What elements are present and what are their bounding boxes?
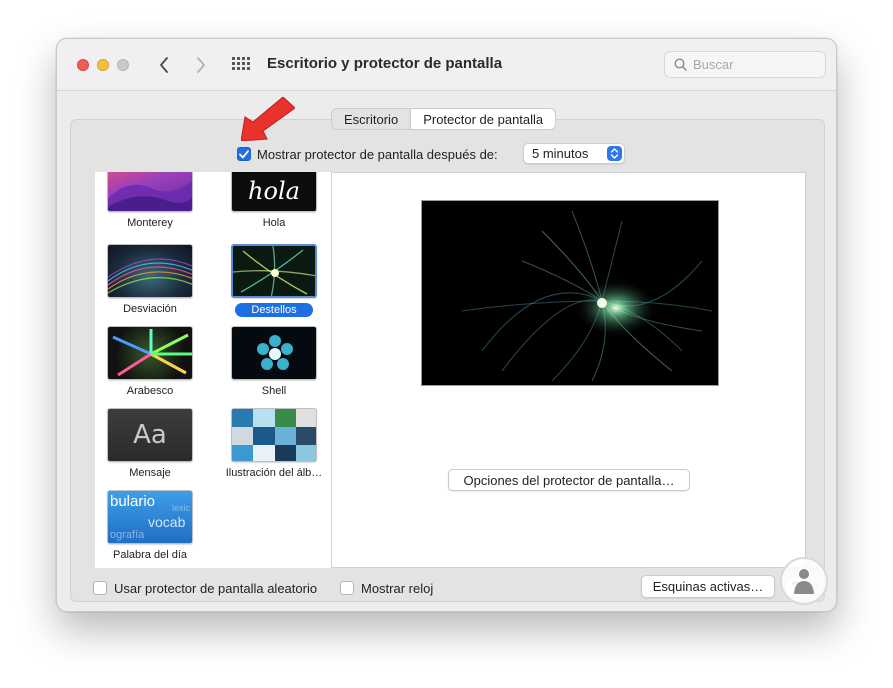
- saver-monterey[interactable]: Monterey: [95, 172, 205, 236]
- show-all-button[interactable]: [231, 56, 251, 74]
- zoom-window-button[interactable]: [117, 59, 129, 71]
- forward-button[interactable]: [190, 53, 212, 77]
- saver-palabra-del-dia[interactable]: bulario vocab ografía lexic Palabra del …: [95, 486, 205, 564]
- chevron-left-icon: [160, 57, 168, 73]
- saver-name: Desviación: [123, 303, 177, 315]
- tab-bar: Escritorio Protector de pantalla: [331, 108, 557, 130]
- album-art-thumbnail: [231, 408, 317, 462]
- red-arrow-annotation: [241, 97, 295, 141]
- saver-name: Shell: [261, 385, 287, 397]
- hola-thumbnail: hola: [231, 172, 317, 212]
- hot-corners-button[interactable]: Esquinas activas…: [641, 575, 775, 598]
- saver-list[interactable]: Monterey hola Hola Desviación Destellos …: [95, 172, 332, 568]
- saver-ilustracion-album[interactable]: Ilustración del álb…: [219, 404, 329, 482]
- preview-pane: Opciones del protector de pantalla…: [331, 172, 806, 568]
- arabesco-thumbnail: [107, 326, 193, 380]
- updown-arrows-icon: [607, 146, 622, 161]
- show-clock-label: Mostrar reloj: [361, 580, 434, 596]
- show-clock-row: Mostrar reloj: [340, 578, 433, 598]
- search-icon: [674, 58, 687, 71]
- checkmark-icon: [239, 149, 249, 158]
- person-logo-icon: [794, 569, 814, 594]
- tab-protector-de-pantalla[interactable]: Protector de pantalla: [410, 109, 556, 129]
- saver-name-selected: Destellos: [235, 303, 313, 317]
- saver-destellos[interactable]: Destellos: [219, 240, 329, 318]
- saver-preview: [421, 200, 719, 386]
- chevron-right-icon: [197, 57, 205, 73]
- random-saver-checkbox[interactable]: [93, 581, 107, 595]
- show-clock-checkbox[interactable]: [340, 581, 354, 595]
- saver-shell[interactable]: Shell: [219, 322, 329, 400]
- back-button[interactable]: [153, 53, 175, 77]
- saver-name: Ilustración del álb…: [225, 467, 323, 479]
- desviacion-thumbnail: [107, 244, 193, 298]
- show-after-row: Mostrar protector de pantalla después de…: [237, 143, 498, 165]
- random-saver-label: Usar protector de pantalla aleatorio: [114, 580, 318, 596]
- mensaje-thumbnail: Aa: [107, 408, 193, 462]
- show-saver-label: Mostrar protector de pantalla después de…: [257, 146, 498, 162]
- search-input[interactable]: [693, 57, 813, 72]
- saver-name: Monterey: [127, 217, 173, 229]
- tab-escritorio[interactable]: Escritorio: [332, 109, 410, 129]
- monterey-thumbnail: [107, 172, 193, 212]
- palabra-thumbnail: bulario vocab ografía lexic: [107, 490, 193, 544]
- saver-arabesco[interactable]: Arabesco: [95, 322, 205, 400]
- saver-desviacion[interactable]: Desviación: [95, 240, 205, 318]
- delay-select-value: 5 minutos: [532, 146, 589, 161]
- watermark-logo: [780, 557, 828, 605]
- window-title: Escritorio y protector de pantalla: [267, 55, 503, 72]
- shell-thumbnail: [231, 326, 317, 380]
- title-bar: Escritorio y protector de pantalla: [57, 39, 836, 91]
- close-window-button[interactable]: [77, 59, 89, 71]
- show-saver-checkbox[interactable]: [237, 147, 251, 161]
- preferences-window: Escritorio y protector de pantalla Escri…: [56, 38, 837, 612]
- random-saver-row: Usar protector de pantalla aleatorio: [93, 578, 317, 598]
- saver-mensaje[interactable]: Aa Mensaje: [95, 404, 205, 482]
- saver-options-button[interactable]: Opciones del protector de pantalla…: [448, 469, 690, 491]
- saver-name: Palabra del día: [113, 549, 187, 561]
- saver-name: Arabesco: [126, 385, 174, 397]
- search-field[interactable]: [664, 51, 826, 78]
- saver-name: Mensaje: [129, 467, 171, 479]
- minimize-window-button[interactable]: [97, 59, 109, 71]
- saver-hola[interactable]: hola Hola: [219, 172, 329, 236]
- grid-icon: [232, 57, 250, 70]
- delay-select[interactable]: 5 minutos: [523, 143, 625, 164]
- saver-name: Hola: [262, 217, 286, 229]
- destellos-thumbnail: [231, 244, 317, 298]
